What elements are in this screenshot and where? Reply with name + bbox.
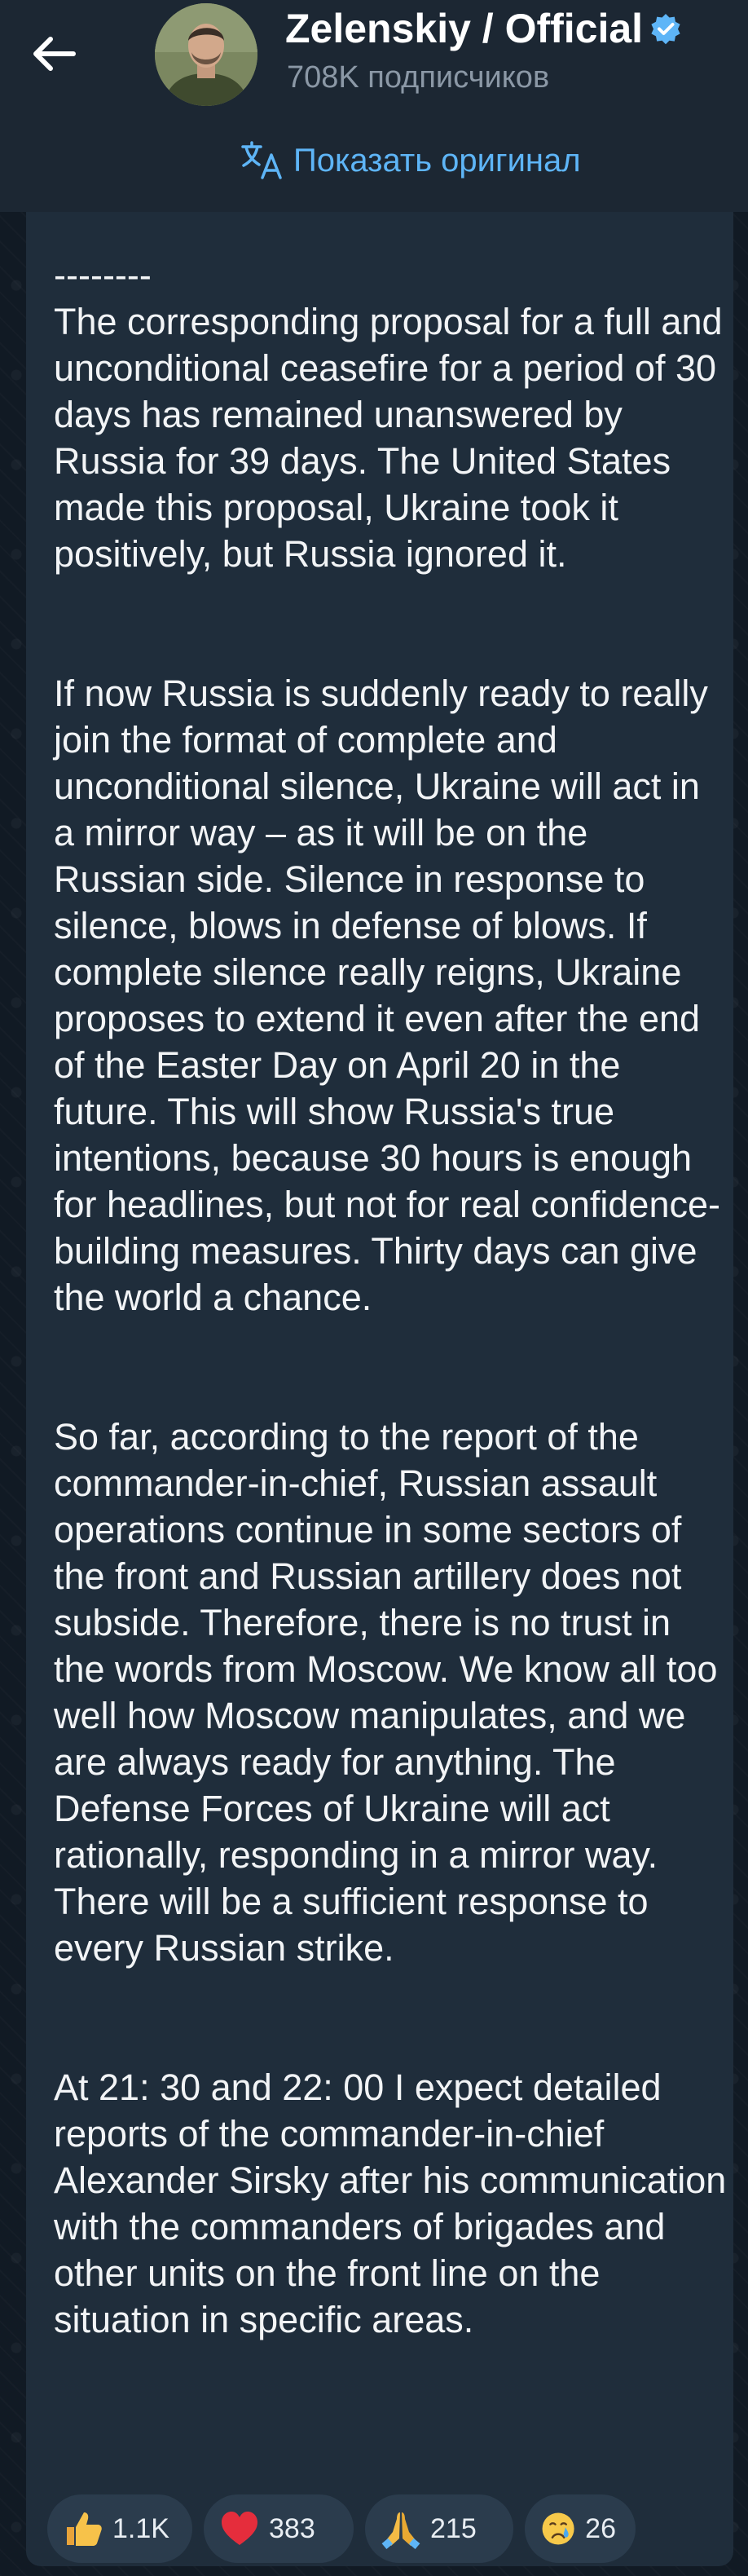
reaction-praying-hands[interactable]: 215: [365, 2494, 513, 2563]
reaction-thumbs-up[interactable]: 1.1K: [47, 2494, 192, 2563]
reaction-count: 215: [430, 2512, 477, 2544]
reaction-count: 1.1K: [112, 2512, 169, 2544]
arrow-left-icon: [33, 37, 76, 71]
subscriber-count: 708K подписчиков: [287, 60, 550, 95]
translate-banner: Показать оригинал: [0, 108, 748, 212]
translate-icon: [241, 141, 282, 179]
praying-hands-icon: [381, 2512, 420, 2550]
channel-avatar[interactable]: [155, 3, 257, 106]
reactions-bar: 1.1K 383 215 26: [47, 2494, 636, 2563]
verified-badge-icon: [651, 14, 680, 45]
reaction-heart[interactable]: 383: [204, 2494, 354, 2563]
show-original-label: Показать оригинал: [293, 142, 581, 179]
message-paragraph: So far, according to the report of the c…: [54, 1416, 718, 1969]
channel-name: Zelenskiy / Official: [285, 6, 644, 51]
thumbs-up-icon: [67, 2512, 102, 2546]
avatar-image: [155, 3, 257, 106]
reaction-crying-face[interactable]: 26: [525, 2494, 636, 2563]
channel-title[interactable]: Zelenskiy / Official: [285, 5, 682, 52]
message-paragraph: If now Russia is suddenly ready to reall…: [54, 673, 720, 1318]
reaction-count: 383: [269, 2512, 315, 2544]
message-text: -------- The corresponding proposal for …: [54, 205, 727, 2389]
message-bubble[interactable]: -------- The corresponding proposal for …: [26, 187, 733, 2566]
crying-face-icon: [542, 2512, 574, 2545]
heart-icon: [222, 2512, 257, 2545]
message-paragraph: -------- The corresponding proposal for …: [54, 254, 723, 575]
show-original-button[interactable]: Показать оригинал: [240, 140, 581, 181]
channel-header: Zelenskiy / Official 708K подписчиков: [0, 0, 748, 108]
back-button[interactable]: [31, 24, 103, 83]
message-paragraph: At 21: 30 and 22: 00 I expect detailed r…: [54, 2067, 727, 2340]
reaction-count: 26: [585, 2512, 616, 2544]
